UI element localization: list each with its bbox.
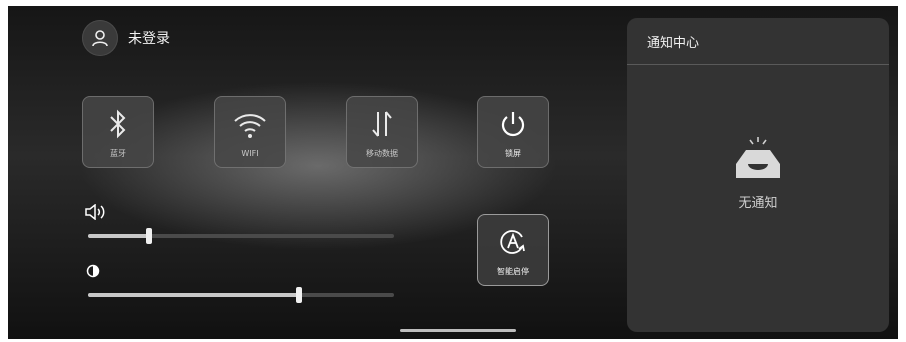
auto-start-stop-toggle[interactable]: 智能启停 [477,214,549,286]
power-icon [499,106,527,142]
mobile-data-toggle[interactable]: 移动数据 [346,96,418,168]
mobile-data-icon [369,106,395,142]
lock-screen-label: 锁屏 [505,148,521,158]
notification-empty-state: 无通知 [627,136,889,211]
brightness-thumb[interactable] [296,287,303,303]
brightness-slider[interactable] [88,287,394,303]
notification-empty-text: 无通知 [738,196,778,211]
login-status: 未登录 [128,31,170,47]
notification-center-title: 通知中心 [627,18,889,65]
volume-slider[interactable] [88,228,394,244]
brightness-fill [88,293,300,297]
empty-tray-icon [732,136,784,184]
lock-screen-button[interactable]: 锁屏 [477,96,549,168]
bluetooth-icon [107,106,129,142]
auto-start-stop-label: 智能启停 [497,266,529,276]
wifi-icon [232,107,268,143]
bluetooth-label: 蓝牙 [110,148,126,158]
control-center-screen: 未登录 蓝牙 WIFI 移动数据 锁屏 智能启停 通知中心 无通知 [8,6,898,339]
bluetooth-toggle[interactable]: 蓝牙 [82,96,154,168]
mobile-data-label: 移动数据 [366,148,398,158]
volume-icon [84,204,108,220]
user-account[interactable]: 未登录 [82,20,170,56]
user-icon [82,20,118,56]
brightness-icon [86,264,100,278]
volume-fill [88,234,150,238]
volume-thumb[interactable] [146,228,153,244]
auto-start-stop-icon [498,224,528,260]
wifi-toggle[interactable]: WIFI [214,96,286,168]
notification-center: 通知中心 无通知 [627,18,889,332]
wifi-label: WIFI [241,148,259,158]
home-indicator[interactable] [400,329,516,332]
